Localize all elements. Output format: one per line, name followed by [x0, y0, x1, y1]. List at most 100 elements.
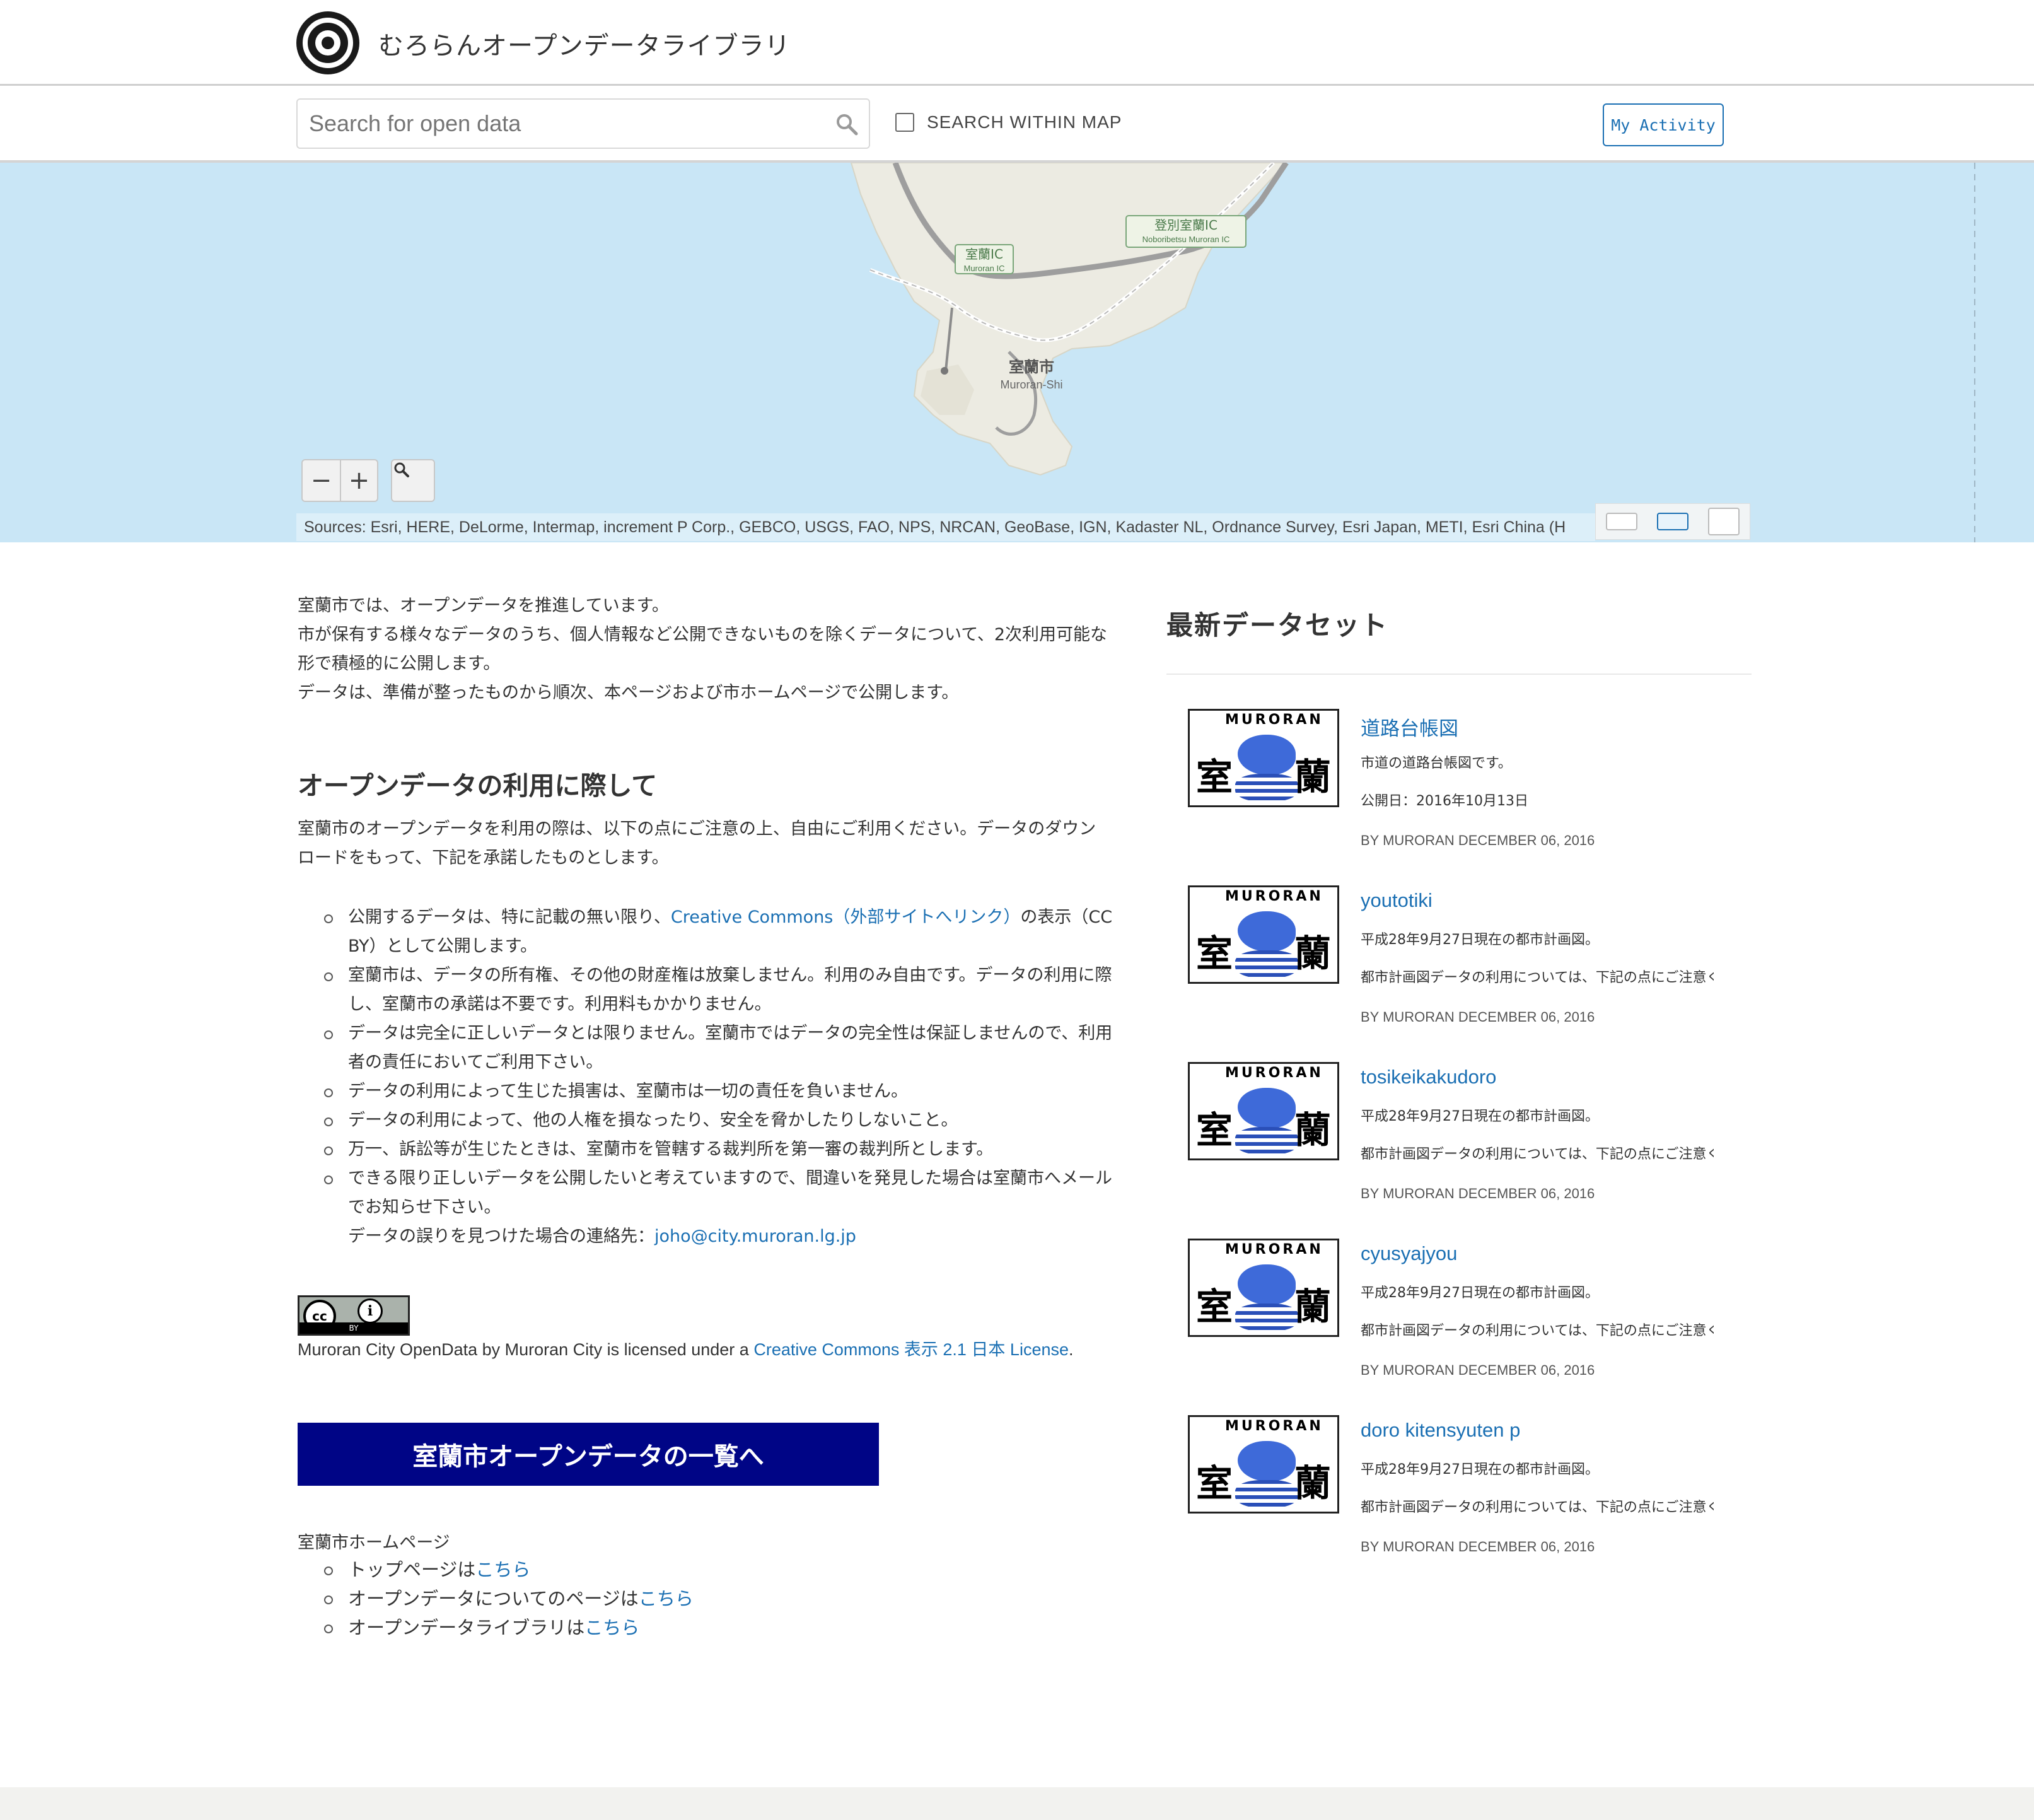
homepage-link-item: オープンデータライブラリはこちら — [320, 1613, 694, 1642]
dataset-thumbnail[interactable]: MURORAN 室 蘭 — [1188, 885, 1339, 984]
zoom-out-button[interactable]: − — [303, 460, 340, 501]
dataset-description: 平成28年9月27日現在の都市計画図。 — [1361, 1285, 1599, 1301]
license-link[interactable]: Creative Commons 表示 2.1 日本 License — [753, 1340, 1069, 1359]
dataset-description-2: 都市計画図データの利用については、下記の点にご注意ください — [1361, 1323, 1714, 1339]
top-page-link[interactable]: こちら — [475, 1559, 530, 1580]
usage-intro: 室蘭市のオープンデータを利用の際は、以下の点にご注意の上、自由にご利用ください。… — [298, 815, 1142, 873]
dataset-title-link[interactable]: doro kitensyuten p — [1361, 1419, 1520, 1442]
homepage-links: トップページはこちら オープンデータについてのページはこちら オープンデータライ… — [320, 1555, 694, 1642]
search-input[interactable] — [309, 106, 826, 141]
intro-text: 室蘭市では、オープンデータを推進しています。 市が保有する様々なデータのうち、個… — [298, 592, 1155, 708]
homepage-link-pre: オープンデータについてのページは — [348, 1588, 639, 1609]
license-text-pre: Muroran City OpenData by Muroran City is… — [298, 1340, 754, 1359]
cc-by-badge[interactable]: cc i BY — [298, 1295, 410, 1336]
thumbnail-kanji-2: 蘭 — [1294, 932, 1331, 975]
whale-icon — [1238, 1441, 1296, 1481]
thumbnail-kanji-1: 室 — [1196, 1462, 1233, 1505]
wave-icon — [1235, 1480, 1298, 1508]
thumbnail-kanji-2: 蘭 — [1294, 755, 1331, 798]
map-point — [941, 367, 948, 375]
rule-item: 室蘭市は、データの所有権、その他の財産権は放棄しません。利用のみ自由です。データ… — [320, 961, 1146, 1019]
rule-item: データの利用によって、他の人権を損なったり、安全を脅かしたりしないこと。 — [320, 1106, 1146, 1135]
homepage-link-item: オープンデータについてのページはこちら — [320, 1584, 694, 1613]
dataset-description: 市道の道路台帳図です。 — [1361, 755, 1512, 771]
license-text-post: . — [1069, 1340, 1074, 1359]
basemap-option-2[interactable] — [1656, 513, 1688, 530]
dataset-thumbnail[interactable]: MURORAN 室 蘭 — [1188, 1239, 1339, 1337]
usage-intro-line-1: 室蘭市のオープンデータを利用の際は、以下の点にご注意の上、自由にご利用ください。… — [298, 819, 1096, 839]
basemap-option-3[interactable] — [1708, 508, 1740, 535]
usage-rules-list: 公開するデータは、特に記載の無い限り、Creative Commons（外部サイ… — [320, 903, 1146, 1251]
whale-icon — [1238, 1264, 1296, 1305]
rule-3-line-2: 者の責任においてご利用下さい。 — [348, 1053, 603, 1072]
rule-3-line-1: データは完全に正しいデータとは限りません。室蘭市ではデータの完全性は保証しません… — [348, 1024, 1113, 1043]
dataset-thumbnail[interactable]: MURORAN 室 蘭 — [1188, 709, 1339, 807]
site-title[interactable]: むろらんオープンデータライブラリ — [378, 25, 791, 62]
dataset-description: 平成28年9月27日現在の都市計画図。 — [1361, 1462, 1599, 1478]
zoom-in-button[interactable]: + — [339, 460, 377, 501]
city-emblem-logo[interactable] — [296, 11, 359, 74]
intro-line-2: 市が保有する様々なデータのうち、個人情報など公開できないものを除くデータについて… — [298, 625, 1108, 645]
thumbnail-arc-text: MURORAN — [1225, 1418, 1323, 1434]
usage-intro-line-2: ロードをもって、下記を承諾したものとします。 — [298, 848, 669, 868]
search-within-map-checkbox[interactable] — [895, 113, 914, 132]
thumbnail-kanji-2: 蘭 — [1294, 1109, 1331, 1152]
city-label-ja: 室蘭市 — [1009, 358, 1054, 376]
dataset-description-2: 都市計画図データの利用については、下記の点にご注意ください — [1361, 1500, 1714, 1515]
rule-1-post: の表示（CC — [1020, 907, 1113, 927]
map-view[interactable]: 室蘭IC Muroran IC 登別室蘭IC Noboribetsu Muror… — [0, 163, 2034, 542]
dataset-thumbnail[interactable]: MURORAN 室 蘭 — [1188, 1415, 1339, 1514]
noboribetsu-ic-label-ja: 登別室蘭IC — [1154, 218, 1217, 233]
rule-7-line-2: でお知らせ下さい。 — [348, 1198, 501, 1217]
map-attribution: Sources: Esri, HERE, DeLorme, Intermap, … — [296, 513, 1595, 541]
homepage-link-pre: トップページは — [348, 1559, 476, 1580]
dataset-title-link[interactable]: 道路台帳図 — [1361, 713, 1458, 741]
dataset-description-2: 都市計画図データの利用については、下記の点にご注意ください — [1361, 970, 1714, 986]
open-data-page-link[interactable]: こちら — [639, 1588, 694, 1609]
search-within-map-label: SEARCH WITHIN MAP — [927, 112, 1122, 132]
map-zoom-control: − + — [301, 459, 378, 502]
site-header: むろらんオープンデータライブラリ — [0, 0, 2034, 86]
homepage-label: 室蘭市ホームページ — [298, 1533, 450, 1553]
dataset-thumbnail[interactable]: MURORAN 室 蘭 — [1188, 1062, 1339, 1160]
homepage-link-item: トップページはこちら — [320, 1555, 694, 1584]
search-box — [296, 98, 870, 149]
thumbnail-arc-text: MURORAN — [1225, 1065, 1323, 1081]
cc-badge-band: BY — [299, 1322, 408, 1334]
rule-item: できる限り正しいデータを公開したいと考えていますので、間違いを発見した場合は室蘭… — [320, 1164, 1146, 1251]
basemap-option-1[interactable] — [1605, 513, 1637, 530]
wave-icon — [1235, 774, 1298, 802]
city-label-en: Muroran-Shi — [1000, 378, 1062, 391]
rule-2-line-1: 室蘭市は、データの所有権、その他の財産権は放棄しません。利用のみ自由です。データ… — [348, 965, 1112, 985]
wave-icon — [1235, 1304, 1298, 1331]
creative-commons-link[interactable]: Creative Commons（外部サイトへリンク） — [671, 907, 1020, 927]
thumbnail-arc-text: MURORAN — [1225, 1242, 1323, 1257]
dataset-title-link[interactable]: tosikeikakudoro — [1361, 1066, 1496, 1088]
search-icon[interactable] — [835, 112, 859, 136]
person-icon: i — [357, 1298, 383, 1324]
search-bar-row: SEARCH WITHIN MAP My Activity — [0, 86, 2034, 163]
whale-icon — [1238, 1088, 1296, 1128]
open-data-list-button[interactable]: 室蘭市オープンデータの一覧へ — [298, 1423, 879, 1486]
license-text: Muroran City OpenData by Muroran City is… — [298, 1336, 1074, 1360]
emblem-dot — [322, 37, 334, 49]
dataset-meta: BY MURORAN DECEMBER 06, 2016 — [1361, 1362, 1595, 1378]
dataset-title-link[interactable]: cyusyajyou — [1361, 1242, 1457, 1265]
thumbnail-kanji-2: 蘭 — [1294, 1285, 1331, 1328]
contact-email-link[interactable]: joho@city.muroran.lg.jp — [654, 1227, 856, 1246]
dataset-item: MURORAN 室 蘭 道路台帳図 市道の道路台帳図です。 公開日：2016年1… — [1188, 709, 1755, 873]
my-activity-button[interactable]: My Activity — [1603, 103, 1724, 146]
usage-heading: オープンデータの利用に際して — [298, 771, 658, 801]
dataset-meta: BY MURORAN DECEMBER 06, 2016 — [1361, 1186, 1595, 1201]
dataset-meta: BY MURORAN DECEMBER 06, 2016 — [1361, 1009, 1595, 1025]
dataset-item: MURORAN 室 蘭 doro kitensyuten p 平成28年9月27… — [1188, 1415, 1755, 1579]
rule-item: 万一、訴訟等が生じたときは、室蘭市を管轄する裁判所を第一審の裁判所とします。 — [320, 1135, 1146, 1164]
map-search-button[interactable] — [391, 459, 435, 502]
dataset-description-2: 公開日：2016年10月13日 — [1361, 793, 1528, 809]
whale-icon — [1238, 735, 1296, 775]
thumbnail-kanji-1: 室 — [1196, 932, 1233, 975]
intro-line-4: データは、準備が整ったものから順次、本ページおよび市ホームページで公開します。 — [298, 683, 959, 703]
search-within-map-toggle[interactable]: SEARCH WITHIN MAP — [895, 112, 1122, 132]
dataset-title-link[interactable]: youtotiki — [1361, 889, 1433, 912]
open-data-library-link[interactable]: こちら — [584, 1617, 639, 1638]
